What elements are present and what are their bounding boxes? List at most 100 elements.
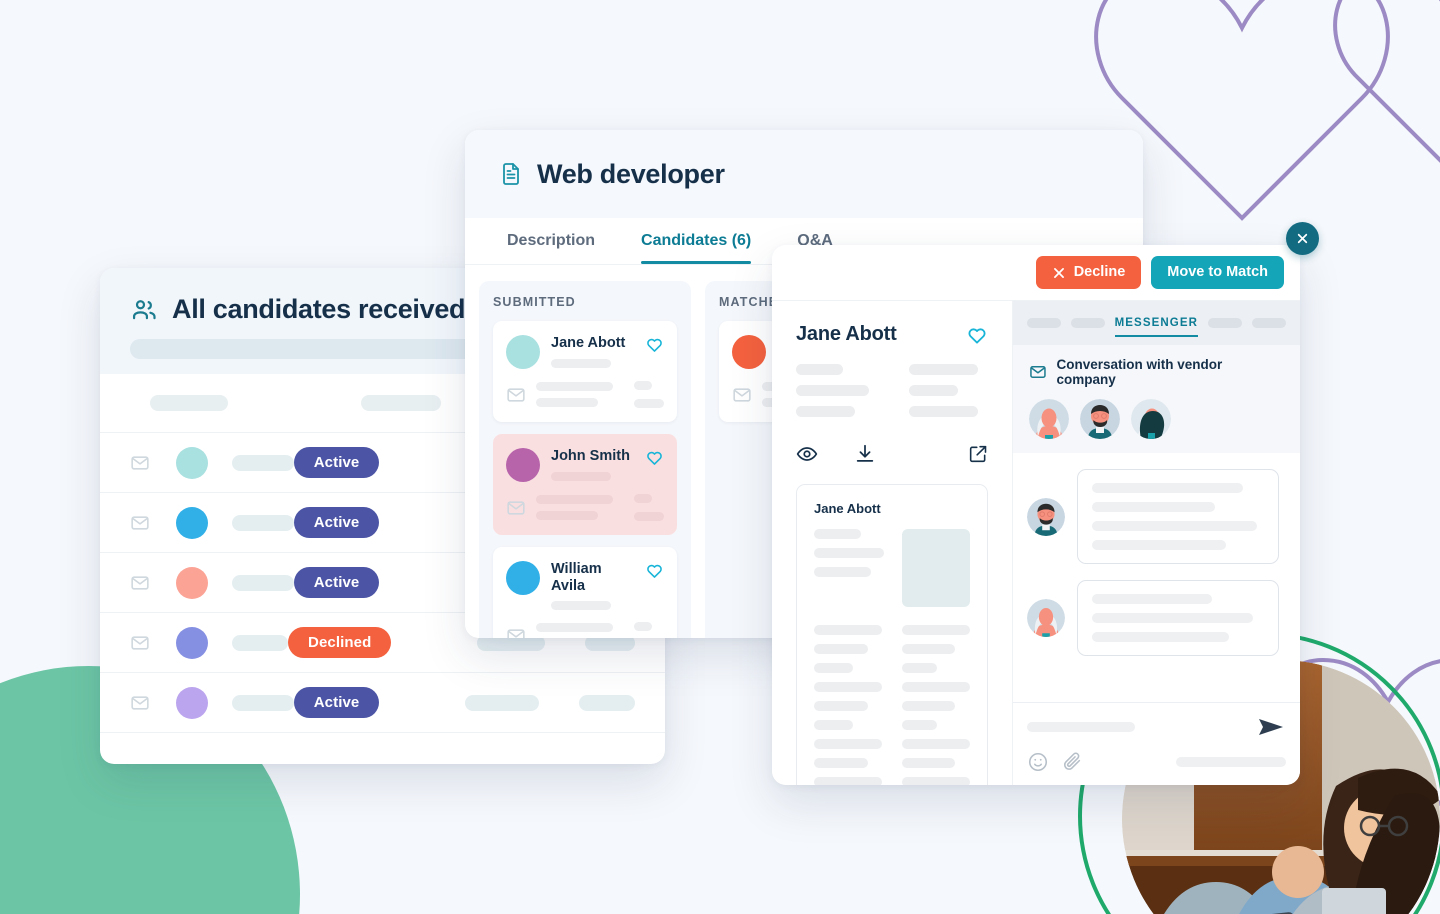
tab-candidates-6[interactable]: Candidates (6) — [633, 218, 773, 264]
candidate-card-subtitle — [551, 471, 611, 481]
move-to-match-button[interactable]: Move to Match — [1151, 256, 1284, 289]
candidate-card[interactable]: John Smith — [493, 434, 677, 535]
tab-placeholder[interactable] — [1026, 318, 1061, 328]
resume-preview[interactable]: Jane Abott — [796, 484, 988, 785]
resume-photo-placeholder — [901, 529, 970, 607]
mail-icon[interactable] — [130, 693, 150, 713]
field-placeholder — [908, 385, 958, 396]
field-placeholder — [796, 385, 869, 396]
job-card-header: Web developer — [465, 130, 1143, 218]
tab-placeholder[interactable] — [1208, 318, 1242, 328]
decline-button[interactable]: Decline — [1035, 256, 1142, 289]
candidate-profile-panel: Jane Abott Jane Abott — [772, 300, 1013, 785]
avatar-woman-blonde[interactable] — [1028, 399, 1069, 439]
kanban-column: SUBMITTED Jane Abott John Smith William … — [479, 281, 691, 638]
external-link-icon[interactable] — [968, 444, 988, 464]
candidate-name: Jane Abott — [796, 323, 897, 345]
mail-icon[interactable] — [130, 453, 150, 473]
heart-icon[interactable] — [645, 448, 664, 467]
field-placeholder — [908, 364, 979, 375]
download-icon[interactable] — [854, 443, 876, 465]
avatar-man-beard[interactable] — [1079, 399, 1120, 439]
conversation-header: Conversation with vendor company — [1012, 345, 1300, 453]
avatar-man-beard — [1026, 497, 1065, 536]
heart-icon[interactable] — [966, 324, 988, 346]
field-placeholder — [796, 364, 844, 375]
tab-messenger[interactable]: MESSENGER — [1114, 309, 1199, 337]
candidate-name-placeholder — [232, 514, 294, 531]
column-header-placeholder — [150, 395, 228, 411]
candidate-name-placeholder — [232, 694, 294, 711]
envelope-icon — [1029, 366, 1046, 378]
candidate-fields — [796, 364, 988, 427]
candidate-card-subtitle — [551, 358, 611, 368]
mail-icon[interactable] — [506, 626, 526, 638]
candidate-card-name: William Avila — [551, 561, 602, 594]
status-badge[interactable]: Active — [293, 687, 380, 718]
field-placeholder — [796, 406, 856, 417]
people-icon — [132, 299, 156, 319]
close-x-icon — [1053, 267, 1064, 278]
avatar — [176, 626, 208, 659]
tab-placeholder[interactable] — [1070, 318, 1105, 328]
heart-icon[interactable] — [645, 561, 664, 580]
resume-column-right — [901, 625, 970, 785]
mail-icon[interactable] — [130, 633, 150, 653]
mail-icon[interactable] — [130, 513, 150, 533]
mail-icon[interactable] — [506, 385, 526, 405]
heart-icon[interactable] — [645, 335, 664, 354]
table-row[interactable]: Active — [100, 673, 665, 733]
mail-icon[interactable] — [506, 498, 526, 518]
candidate-card[interactable]: William Avila — [493, 547, 677, 638]
page-canvas: All candidates received Active Active Ac… — [0, 0, 1440, 914]
tab-description[interactable]: Description — [499, 218, 617, 264]
paperclip-icon[interactable] — [1061, 751, 1083, 773]
candidate-name-placeholder — [232, 574, 294, 591]
close-icon — [1297, 233, 1308, 244]
message-bubble — [1076, 580, 1279, 656]
kanban-column-title: SUBMITTED — [493, 295, 576, 309]
page-title: All candidates received — [172, 294, 466, 324]
emoji-icon[interactable] — [1027, 751, 1049, 773]
candidate-detail-card: Decline Move to Match Jane Abott Jane Ab… — [772, 245, 1300, 785]
chat-messages — [1013, 453, 1300, 702]
avatar — [176, 446, 208, 479]
message-bubble — [1076, 469, 1279, 564]
candidate-card[interactable]: Jane Abott — [493, 321, 677, 422]
mail-icon[interactable] — [732, 385, 752, 405]
candidate-name-placeholder — [232, 634, 289, 651]
avatar — [176, 686, 208, 719]
candidate-card-subtitle — [551, 601, 611, 611]
move-to-match-label: Move to Match — [1167, 264, 1268, 281]
candidate-name-placeholder — [232, 454, 294, 471]
avatar — [176, 566, 208, 599]
tab-placeholder[interactable] — [1252, 318, 1286, 328]
status-badge[interactable]: Active — [293, 507, 380, 538]
message-input[interactable] — [1026, 722, 1135, 732]
conversation-title: Conversation with vendor company — [1056, 357, 1223, 387]
avatar — [506, 448, 540, 482]
send-icon[interactable] — [1258, 717, 1286, 737]
candidate-action-icons — [796, 443, 988, 465]
chat-message — [1026, 580, 1286, 656]
conversation-participants — [1028, 399, 1284, 439]
status-badge[interactable]: Active — [293, 567, 380, 598]
field-placeholder — [908, 406, 979, 417]
chat-message — [1026, 469, 1286, 564]
resume-candidate-name: Jane Abott — [814, 501, 881, 516]
column-header-placeholder — [361, 395, 441, 411]
status-badge[interactable]: Declined — [288, 627, 392, 658]
avatar — [506, 561, 540, 595]
eye-icon[interactable] — [796, 443, 818, 465]
row-placeholder — [465, 694, 540, 711]
detail-action-bar: Decline Move to Match — [772, 245, 1300, 300]
row-placeholder — [579, 694, 635, 711]
candidate-card-name: John Smith — [551, 448, 630, 464]
close-button[interactable] — [1286, 222, 1319, 255]
messenger-panel: MESSENGER Conversation with vendor compa… — [1012, 300, 1300, 785]
messenger-tab-bar: MESSENGER — [1012, 301, 1300, 345]
mail-icon[interactable] — [130, 573, 150, 593]
message-composer — [1012, 702, 1300, 785]
avatar-woman-dark[interactable] — [1130, 399, 1171, 439]
status-badge[interactable]: Active — [293, 447, 380, 478]
